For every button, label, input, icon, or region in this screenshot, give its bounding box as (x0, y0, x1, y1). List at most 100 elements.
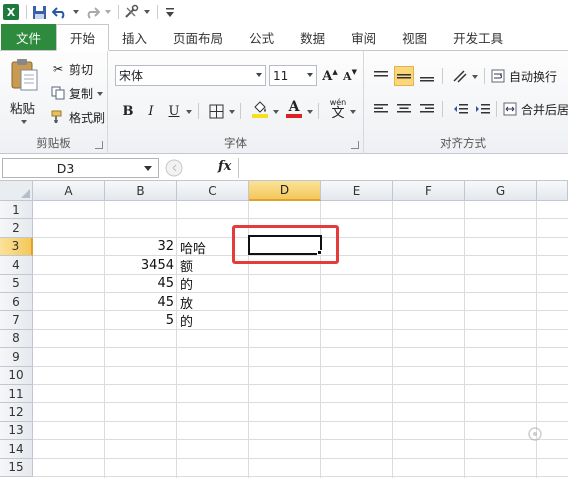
tab-page-layout[interactable]: 页面布局 (160, 24, 236, 50)
insert-function-button[interactable]: fx (218, 159, 231, 174)
tab-review[interactable]: 审阅 (338, 24, 389, 50)
format-painter-button[interactable]: 格式刷 (50, 107, 105, 127)
borders-icon (209, 104, 223, 118)
tools-dropdown-icon[interactable] (143, 3, 151, 21)
font-color-dropdown-icon[interactable] (307, 110, 313, 114)
formula-input[interactable] (238, 158, 568, 178)
tab-data[interactable]: 数据 (287, 24, 338, 50)
name-box[interactable]: D3 (2, 158, 159, 178)
fill-color-button[interactable] (250, 99, 270, 119)
increase-indent-icon (475, 104, 490, 114)
row-header-10[interactable]: 10 (0, 366, 33, 385)
increase-indent-button[interactable] (472, 99, 492, 119)
bold-button[interactable]: B (118, 101, 138, 121)
gridline-vertical (392, 201, 393, 478)
clipboard-group-label: 剪贴板 (36, 136, 71, 150)
tab-formulas[interactable]: 公式 (236, 24, 287, 50)
row-header-5[interactable]: 5 (0, 274, 33, 293)
row-header-15[interactable]: 15 (0, 458, 33, 477)
cell-c6[interactable]: 放 (177, 293, 249, 312)
paste-button[interactable]: 粘贴 (4, 56, 44, 128)
align-bottom-button[interactable] (417, 66, 437, 86)
row-header-1[interactable]: 1 (0, 201, 33, 220)
font-size-select[interactable]: 11 (269, 65, 317, 86)
cell-b3[interactable]: 32 (105, 238, 177, 256)
gridline-horizontal (33, 457, 568, 459)
undo-dropdown-icon[interactable] (72, 3, 80, 21)
orientation-button[interactable] (450, 66, 470, 86)
separator (318, 103, 319, 119)
phonetic-dropdown-icon[interactable] (350, 110, 356, 114)
align-center-button[interactable] (394, 99, 414, 119)
row-header-7[interactable]: 7 (0, 311, 33, 330)
copy-button[interactable]: 复制 (50, 83, 104, 103)
save-icon[interactable] (30, 3, 48, 21)
row-header-11[interactable]: 11 (0, 385, 33, 404)
row-header-14[interactable]: 14 (0, 440, 33, 459)
tab-home[interactable]: 开始 (56, 24, 110, 51)
column-header-c[interactable]: C (177, 181, 249, 201)
column-header-b[interactable]: B (105, 181, 177, 201)
column-header-e[interactable]: E (321, 181, 393, 201)
merge-center-button[interactable]: 合并后居 (502, 99, 568, 119)
column-header-g[interactable]: G (465, 181, 537, 201)
column-header-d[interactable]: D (249, 181, 321, 201)
column-header-a[interactable]: A (33, 181, 105, 201)
cut-button[interactable]: ✂ 剪切 (50, 59, 93, 79)
row-header-8[interactable]: 8 (0, 329, 33, 349)
undo-icon[interactable] (51, 3, 69, 21)
align-left-button[interactable] (371, 99, 391, 119)
column-header-f[interactable]: F (393, 181, 465, 201)
decrease-indent-button[interactable] (450, 99, 470, 119)
redo-dropdown-icon[interactable] (104, 3, 112, 21)
cell-b6[interactable]: 45 (105, 293, 177, 311)
phonetic-button[interactable]: wén 文 (328, 98, 348, 121)
tab-file[interactable]: 文件 (1, 24, 57, 50)
redo-icon[interactable] (83, 3, 101, 21)
ribbon: 粘贴 ✂ 剪切 复制 格式刷 剪贴板 宋体 11 A ▲ A ▼ B I U A… (0, 51, 568, 154)
formula-bar-handle-icon[interactable] (164, 158, 184, 178)
separator (118, 5, 119, 19)
align-right-button[interactable] (417, 99, 437, 119)
excel-logo-icon[interactable]: X (2, 3, 20, 21)
wrap-text-button[interactable]: 自动换行 (490, 66, 557, 86)
cell-c5[interactable]: 的 (177, 275, 249, 293)
cell-b4[interactable]: 3454 (105, 256, 177, 274)
chevron-down-icon[interactable] (144, 166, 152, 171)
underline-button[interactable]: U (164, 101, 184, 121)
text-orientation-icon (453, 70, 467, 83)
row-header-2[interactable]: 2 (0, 219, 33, 238)
tools-icon[interactable] (122, 3, 140, 21)
tab-insert[interactable]: 插入 (109, 24, 160, 50)
shrink-font-button[interactable]: A ▼ (340, 66, 360, 86)
italic-button[interactable]: I (141, 101, 161, 121)
orientation-dropdown-icon[interactable] (472, 75, 478, 79)
underline-dropdown-icon[interactable] (186, 110, 192, 114)
row-header-6[interactable]: 6 (0, 293, 33, 312)
fill-color-dropdown-icon[interactable] (273, 110, 279, 114)
tab-view[interactable]: 视图 (389, 24, 440, 50)
font-name-select[interactable]: 宋体 (115, 65, 266, 86)
borders-dropdown-icon[interactable] (229, 110, 235, 114)
clipboard-launcher-icon[interactable] (95, 141, 103, 149)
align-middle-button[interactable] (394, 66, 414, 86)
column-header-h[interactable] (537, 181, 568, 201)
gridline-horizontal (33, 476, 568, 477)
grow-font-button[interactable]: A ▲ (320, 66, 340, 86)
row-header-13[interactable]: 13 (0, 421, 33, 441)
cell-b5[interactable]: 45 (105, 275, 177, 293)
row-header-12[interactable]: 12 (0, 403, 33, 422)
phonetic-char: 文 (331, 106, 345, 121)
cell-b7[interactable]: 5 (105, 311, 177, 329)
tab-developer[interactable]: 开发工具 (440, 24, 516, 50)
customize-toolbar-icon[interactable] (161, 3, 179, 21)
row-header-3[interactable]: 3 (0, 237, 33, 257)
row-header-4[interactable]: 4 (0, 256, 33, 275)
cell-c7[interactable]: 的 (177, 311, 249, 330)
borders-button[interactable] (206, 101, 226, 121)
select-all-button[interactable] (0, 181, 33, 201)
font-color-button[interactable]: A (284, 99, 304, 119)
font-launcher-icon[interactable] (351, 141, 359, 149)
row-header-9[interactable]: 9 (0, 348, 33, 367)
align-top-button[interactable] (371, 66, 391, 86)
